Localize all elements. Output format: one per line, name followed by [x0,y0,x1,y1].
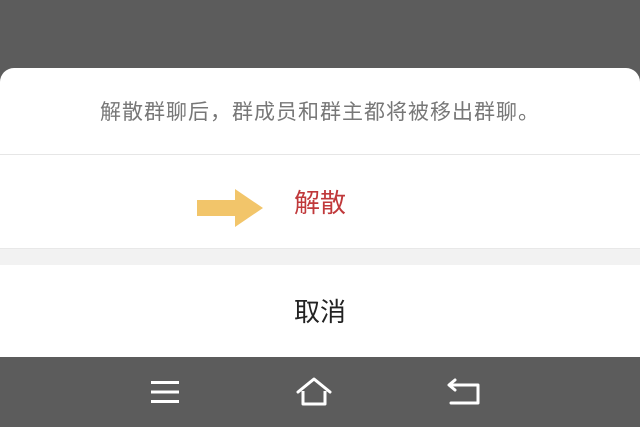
back-button[interactable] [444,375,484,409]
disband-button[interactable]: 解散 [0,155,640,248]
sheet-divider [0,248,640,265]
action-sheet: 解散群聊后，群成员和群主都将被移出群聊。 解散 取消 [0,68,640,357]
menu-button[interactable] [145,375,185,409]
dim-overlay[interactable] [0,0,640,68]
menu-icon [151,381,179,403]
home-icon [296,377,332,406]
sheet-message: 解散群聊后，群成员和群主都将被移出群聊。 [0,68,640,155]
navigation-bar [0,357,640,427]
home-button[interactable] [294,375,334,409]
cancel-button[interactable]: 取消 [0,264,640,357]
pointer-arrow-icon [197,189,263,227]
back-icon [447,378,480,405]
screen: 解散群聊后，群成员和群主都将被移出群聊。 解散 取消 [0,0,640,427]
